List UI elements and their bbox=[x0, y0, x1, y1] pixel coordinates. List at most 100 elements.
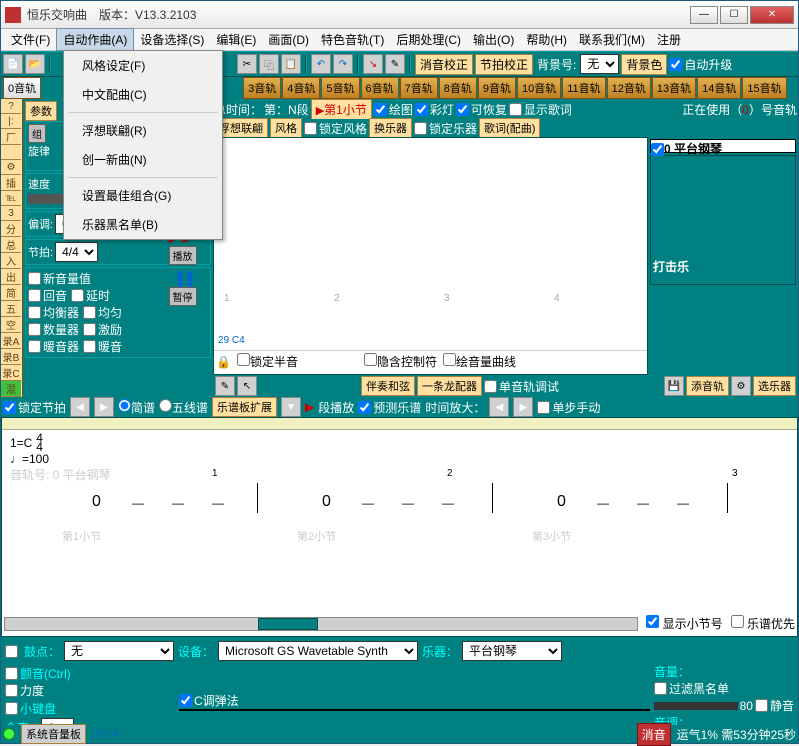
menu-register[interactable]: 注册 bbox=[651, 29, 687, 50]
show-bar-num-check[interactable]: 显示小节号 bbox=[646, 615, 722, 632]
track-15[interactable]: 15音轨 bbox=[742, 77, 786, 99]
eraser-icon[interactable]: ↘ bbox=[363, 54, 383, 74]
menu-file[interactable]: 文件(F) bbox=[5, 29, 56, 50]
track-5[interactable]: 5音轨 bbox=[321, 77, 359, 99]
mute-check[interactable]: 静音 bbox=[755, 697, 794, 714]
style-button[interactable]: 风格 bbox=[270, 118, 302, 138]
score-canvas[interactable]: 1=C 44 ♩=100 音轨号: 0 平台钢琴 0——— 0——— 0——— … bbox=[1, 417, 798, 637]
lb-recA[interactable]: 录A bbox=[1, 333, 21, 349]
first-bar-button[interactable]: ▶第1小节 bbox=[311, 99, 372, 120]
eq-check[interactable]: 均衡器 bbox=[28, 304, 79, 321]
change-instrument-button[interactable]: 换乐器 bbox=[369, 118, 412, 138]
menu-contact[interactable]: 联系我们(M) bbox=[573, 29, 651, 50]
section-play-label[interactable]: 段播放 bbox=[318, 399, 354, 416]
menu-output[interactable]: 输出(O) bbox=[467, 29, 520, 50]
lock-instrument-check[interactable]: 锁定乐器 bbox=[414, 120, 477, 137]
lb-3[interactable] bbox=[1, 145, 21, 160]
lb-mix[interactable]: 混 bbox=[1, 381, 21, 397]
dd-new-song[interactable]: 创一新曲(N) bbox=[64, 145, 222, 174]
instrument-list[interactable]: 打击乐 bbox=[650, 155, 796, 285]
redo-icon[interactable]: ↷ bbox=[333, 54, 353, 74]
track-0[interactable]: 0音轨 bbox=[3, 77, 41, 99]
lb-2[interactable]: 厂 bbox=[1, 129, 21, 145]
lyrics-button[interactable]: 歌词(配曲) bbox=[479, 118, 540, 138]
delay-check[interactable]: 延时 bbox=[71, 287, 110, 304]
warmtone-check[interactable]: 暖音 bbox=[83, 338, 122, 355]
c-fingering-check[interactable]: C调弹法 bbox=[179, 692, 650, 709]
close-button[interactable]: ✕ bbox=[750, 6, 794, 24]
lb-tel[interactable]: ℡ bbox=[1, 191, 21, 206]
beat-correct-button[interactable]: 节拍校正 bbox=[475, 54, 533, 75]
filter-blacklist-check[interactable]: 过滤黑名单 bbox=[654, 680, 794, 697]
settings-icon[interactable]: ⚙ bbox=[1, 160, 21, 175]
drum-check[interactable] bbox=[5, 645, 20, 658]
instrument-input[interactable]: 0 平台钢琴 bbox=[650, 139, 796, 153]
help-icon[interactable]: ? bbox=[1, 99, 21, 114]
track-12[interactable]: 12音轨 bbox=[607, 77, 651, 99]
single-track-debug-check[interactable]: 单音轨调试 bbox=[484, 378, 559, 395]
qty-check[interactable]: 数量器 bbox=[28, 321, 79, 338]
score-priority-check[interactable]: 乐谱优先 bbox=[731, 615, 795, 632]
pause-icon[interactable]: ▐▐ bbox=[155, 271, 210, 287]
track-6[interactable]: 6音轨 bbox=[361, 77, 399, 99]
draw-volume-check[interactable]: 绘音量曲线 bbox=[443, 353, 516, 370]
select-instrument-button[interactable]: 选乐器 bbox=[753, 376, 796, 396]
dragon-orchestrate-button[interactable]: 一条龙配器 bbox=[417, 376, 482, 396]
wuxianpu-radio[interactable]: 五线谱 bbox=[159, 399, 208, 416]
pause-button[interactable]: 暂停 bbox=[169, 287, 197, 306]
zoom-in-icon[interactable]: ▶ bbox=[513, 397, 533, 417]
maximize-button[interactable]: ☐ bbox=[720, 6, 748, 24]
track-9[interactable]: 9音轨 bbox=[478, 77, 516, 99]
jianpu-radio[interactable]: 简谱 bbox=[118, 399, 155, 416]
open-file-icon[interactable]: 📂 bbox=[25, 54, 45, 74]
next-icon[interactable]: ▶ bbox=[94, 397, 114, 417]
vibrato-check[interactable]: 颤音(Ctrl) bbox=[5, 665, 175, 682]
zoom-out-icon[interactable]: ◀ bbox=[489, 397, 509, 417]
lock-beat-check[interactable]: 锁定节拍 bbox=[3, 399, 66, 416]
menu-autocompose[interactable]: 自动作曲(A) bbox=[56, 28, 134, 51]
cut-icon[interactable]: ✂ bbox=[237, 54, 257, 74]
single-step-check[interactable]: 单步手动 bbox=[537, 399, 600, 416]
accomp-chord-button[interactable]: 伴奏和弦 bbox=[361, 376, 415, 396]
lb-fen[interactable]: 分 bbox=[1, 221, 21, 237]
lb-insert[interactable]: 插 bbox=[1, 175, 21, 191]
menu-view[interactable]: 画面(D) bbox=[262, 29, 315, 50]
lock-semitone-check[interactable]: 锁定半音 bbox=[237, 353, 298, 370]
lb-kong[interactable]: 空 bbox=[1, 317, 21, 333]
draw-check[interactable]: 绘图 bbox=[374, 101, 413, 118]
piano-keyboard[interactable] bbox=[179, 709, 650, 711]
lights-check[interactable]: 彩灯 bbox=[415, 101, 454, 118]
recoverable-check[interactable]: 可恢复 bbox=[456, 101, 507, 118]
track-11[interactable]: 11音轨 bbox=[562, 77, 605, 99]
volume-slider[interactable] bbox=[654, 702, 738, 710]
lb-jian[interactable]: 简 bbox=[1, 285, 21, 301]
hide-ctrl-check[interactable]: 隐含控制符 bbox=[364, 353, 437, 370]
repeat-icon[interactable]: |: bbox=[1, 114, 21, 129]
beat-select[interactable]: 4/4 bbox=[55, 242, 98, 262]
copy-icon[interactable]: ⿻ bbox=[259, 54, 279, 74]
warm-check[interactable]: 暖音器 bbox=[28, 338, 79, 355]
piano-roll-canvas[interactable]: 29 C4 1 2 3 4 🔒 锁定半音 隐含控制符 绘音量曲线 bbox=[213, 137, 648, 375]
lb-recB[interactable]: 录B bbox=[1, 349, 21, 365]
lb-out[interactable]: 出 bbox=[1, 269, 21, 285]
add-track-button[interactable]: 添音轨 bbox=[686, 376, 729, 396]
score-hscroll[interactable] bbox=[4, 617, 638, 631]
even-check[interactable]: 均匀 bbox=[83, 304, 122, 321]
prev-icon[interactable]: ◀ bbox=[70, 397, 90, 417]
pen-tool-icon[interactable]: ✎ bbox=[215, 376, 235, 396]
force-check[interactable]: 力度 bbox=[5, 682, 175, 699]
minikb-check[interactable]: 小键盘 bbox=[5, 700, 175, 717]
menu-special-track[interactable]: 特色音轨(T) bbox=[315, 29, 390, 50]
expand-icon[interactable]: ▼ bbox=[281, 397, 301, 417]
mute-button[interactable]: 消音 bbox=[637, 723, 671, 746]
dd-instrument-blacklist[interactable]: 乐器黑名单(B) bbox=[64, 210, 222, 239]
pointer-tool-icon[interactable]: ↖ bbox=[237, 376, 257, 396]
dd-freestyle[interactable]: 浮想联翩(R) bbox=[64, 116, 222, 145]
echo-check[interactable]: 回音 bbox=[28, 287, 67, 304]
dd-chinese-accompaniment[interactable]: 中文配曲(C) bbox=[64, 80, 222, 109]
show-lyrics-check[interactable]: 显示歌词 bbox=[509, 101, 572, 118]
play-button[interactable]: 播放 bbox=[169, 246, 197, 265]
brush-icon[interactable]: ✎ bbox=[385, 54, 405, 74]
track-10[interactable]: 10音轨 bbox=[517, 77, 561, 99]
track-14[interactable]: 14音轨 bbox=[697, 77, 741, 99]
